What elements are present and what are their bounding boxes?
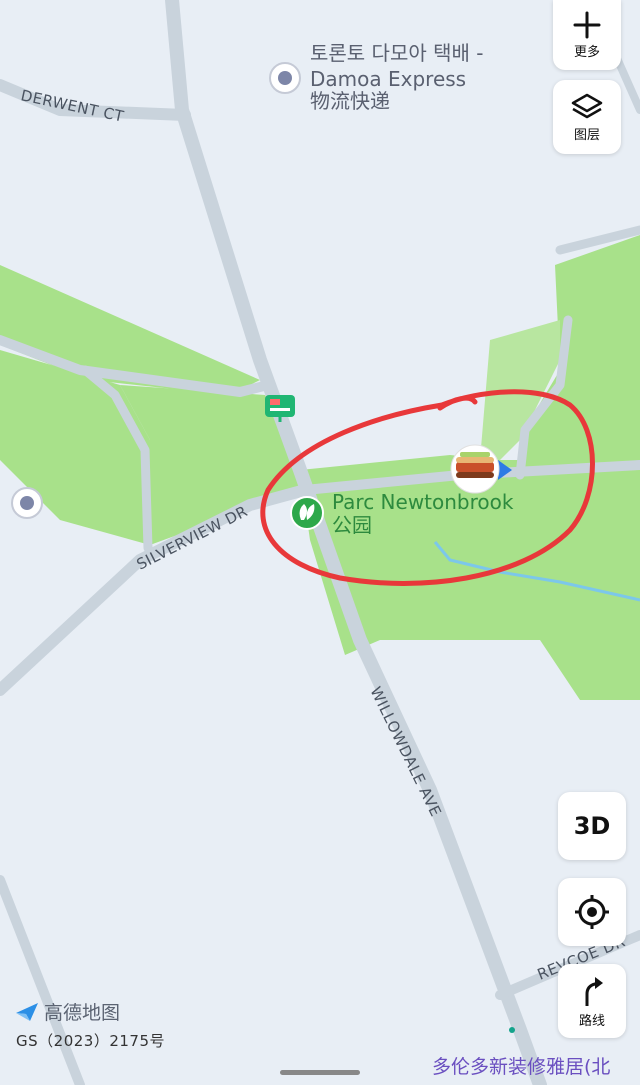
route-label: 路线	[578, 1013, 605, 1029]
route-button[interactable]: 路线	[558, 964, 626, 1038]
poi-damoa-line3: 物流快递	[310, 89, 390, 113]
license-number: GS（2023）2175号	[16, 1032, 165, 1050]
layers-icon	[571, 93, 603, 118]
3d-button[interactable]: 3D	[558, 792, 626, 860]
amap-logo: 高德地图	[14, 998, 120, 1025]
plus-icon	[573, 11, 601, 38]
layers-label: 图层	[573, 127, 600, 143]
home-indicator[interactable]	[280, 1070, 360, 1075]
more-button[interactable]: 更多	[553, 0, 621, 70]
locate-button[interactable]	[558, 878, 626, 946]
map-canvas[interactable]: DERWENT CT SILVERVIEW DR WILLOWDALE AVE …	[0, 0, 640, 1085]
layers-button[interactable]: 图层	[553, 80, 621, 154]
3d-label: 3D	[573, 812, 611, 840]
locate-icon	[575, 895, 609, 929]
more-label: 更多	[573, 44, 600, 60]
bottom-poi-label[interactable]: 多伦多新装修雅居(北	[432, 1055, 640, 1079]
park-name: Parc Newtonbrook	[332, 490, 514, 514]
poi-left-partial[interactable]	[11, 487, 43, 519]
amap-logo-text: 高德地图	[44, 1002, 121, 1024]
park-type: 公园	[332, 513, 372, 537]
amap-logo-icon	[16, 1002, 38, 1021]
location-dot	[509, 1027, 515, 1033]
poi-damoa-line1: 토론토 다모아 택배 -	[310, 41, 484, 65]
route-arrow-icon	[585, 976, 603, 1006]
poi-damoa-line2: Damoa Express	[310, 67, 466, 91]
